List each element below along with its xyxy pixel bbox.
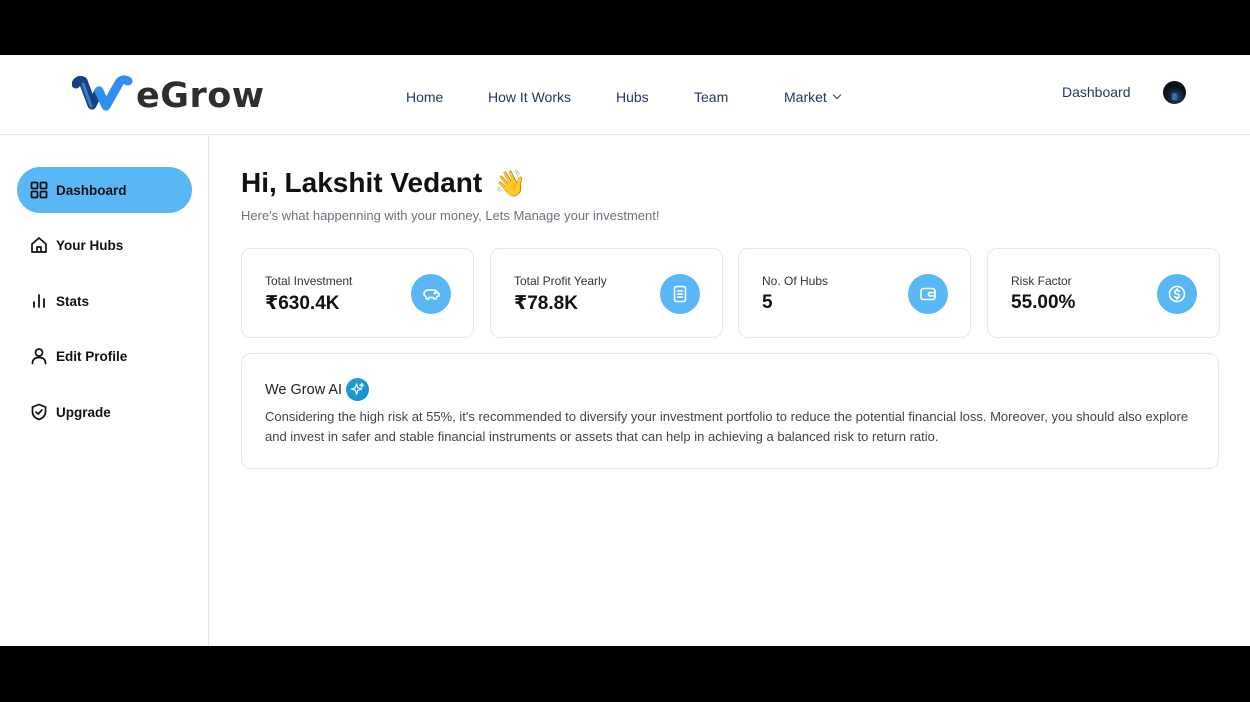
- sidebar-item-label: Stats: [56, 293, 90, 309]
- greeting-text: Hi, Lakshit Vedant: [241, 167, 483, 198]
- page-title: Hi, Lakshit Vedant 👋: [241, 165, 527, 201]
- stat-label: No. Of Hubs: [762, 274, 829, 288]
- wegrow-logo[interactable]: eGrow: [72, 75, 265, 117]
- document-icon: [660, 274, 700, 314]
- stat-card-total-profit: Total Profit Yearly ₹78.8K: [490, 248, 723, 338]
- stat-card-no-of-hubs: No. Of Hubs 5: [738, 248, 971, 338]
- stat-label: Risk Factor: [1011, 274, 1072, 288]
- grid-icon: [30, 181, 48, 199]
- sidebar-item-edit-profile[interactable]: Edit Profile: [17, 333, 192, 379]
- dollar-circle-icon: [1157, 274, 1197, 314]
- stat-value: 5: [762, 292, 773, 313]
- logo-w-mark: [72, 75, 133, 111]
- nav-market-label: Market: [784, 89, 827, 105]
- ai-insight-panel: We Grow AI Considering the high risk at …: [241, 353, 1219, 469]
- wallet-icon: [908, 274, 948, 314]
- sidebar-item-your-hubs[interactable]: Your Hubs: [17, 222, 192, 268]
- nav-hubs[interactable]: Hubs: [616, 88, 649, 106]
- ai-title: We Grow AI: [265, 378, 370, 401]
- sidebar-item-label: Dashboard: [56, 182, 127, 198]
- bar-chart-icon: [30, 292, 48, 310]
- sidebar-item-label: Edit Profile: [56, 348, 128, 364]
- waving-hand-emoji: 👋: [494, 168, 527, 198]
- sidebar: Dashboard Your Hubs Stats Edit Profile U…: [0, 135, 209, 646]
- stat-card-risk-factor: Risk Factor 55.00%: [987, 248, 1220, 338]
- shield-check-icon: [30, 403, 48, 421]
- stat-card-total-investment: Total Investment ₹630.4K: [241, 248, 474, 338]
- stat-value: 55.00%: [1011, 292, 1076, 313]
- stat-value: ₹630.4K: [265, 293, 340, 314]
- nav-home[interactable]: Home: [406, 88, 443, 106]
- app-screen: eGrow Home How It Works Hubs Team Market…: [0, 55, 1250, 646]
- stat-label: Total Profit Yearly: [514, 274, 607, 288]
- user-icon: [30, 347, 48, 365]
- top-navbar: eGrow Home How It Works Hubs Team Market…: [0, 55, 1250, 135]
- sidebar-item-stats[interactable]: Stats: [17, 278, 192, 324]
- sidebar-item-upgrade[interactable]: Upgrade: [17, 389, 192, 435]
- sidebar-item-label: Your Hubs: [56, 237, 124, 253]
- ai-recommendation-text: Considering the high risk at 55%, it's r…: [265, 409, 1189, 444]
- nav-team[interactable]: Team: [694, 88, 728, 106]
- stat-label: Total Investment: [265, 274, 353, 288]
- nav-how-it-works[interactable]: How It Works: [488, 88, 571, 106]
- nav-dashboard-link[interactable]: Dashboard: [1062, 83, 1131, 101]
- logo-text: eGrow: [136, 76, 265, 116]
- stat-value: ₹78.8K: [514, 293, 578, 314]
- user-avatar[interactable]: [1163, 81, 1186, 104]
- home-icon: [30, 236, 48, 254]
- sparkle-icon: [346, 378, 370, 401]
- sidebar-item-label: Upgrade: [56, 404, 111, 420]
- nav-market-dropdown[interactable]: Market: [784, 88, 842, 106]
- sidebar-item-dashboard[interactable]: Dashboard: [17, 167, 192, 213]
- piggy-bank-icon: [411, 274, 451, 314]
- page-subtitle: Here's what happenning with your money, …: [241, 208, 660, 223]
- chevron-down-icon: [832, 90, 842, 100]
- ai-title-text: We Grow AI: [265, 381, 343, 398]
